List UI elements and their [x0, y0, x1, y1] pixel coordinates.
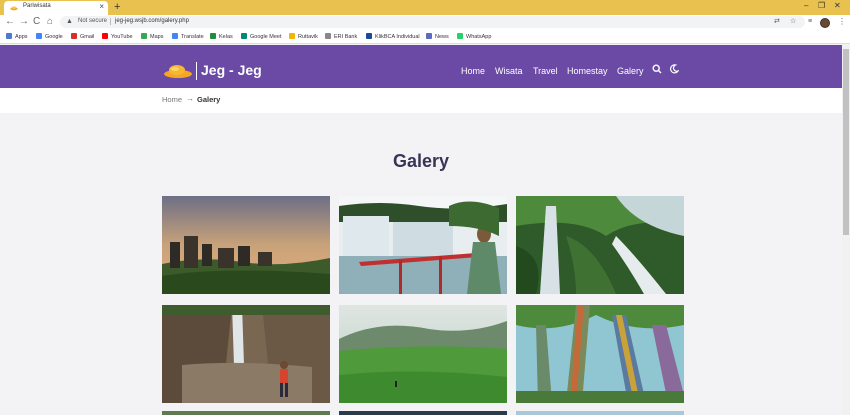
bookmark-favicon-icon [325, 33, 331, 39]
bookmark-label: Apps [15, 34, 28, 40]
bookmark-item[interactable]: Maps [141, 33, 163, 40]
bookmark-label: Kelas [219, 34, 233, 40]
browser-menu-icon[interactable]: ⋮ [838, 17, 846, 27]
logo-divider [196, 62, 197, 80]
bookmark-label: Translate [181, 34, 204, 40]
bookmark-favicon-icon [426, 33, 432, 39]
bookmark-favicon-icon [457, 33, 463, 39]
bookmark-label: News [435, 34, 449, 40]
bookmark-item[interactable]: Google [36, 33, 63, 40]
gallery-photo-green-meadow[interactable] [339, 305, 507, 403]
bookmark-label: YouTube [111, 34, 133, 40]
bookmark-favicon-icon [172, 33, 178, 39]
bookmark-label: Gmail [80, 34, 95, 40]
bookmark-item[interactable]: Apps [6, 33, 28, 40]
bookmark-label: Google [45, 34, 63, 40]
breadcrumb-home-link[interactable]: Home [162, 95, 182, 104]
nav-travel[interactable]: Travel [533, 66, 558, 76]
gallery-photo-rainbow-eucalyptus[interactable] [516, 305, 684, 403]
bookmark-item[interactable]: Kelas [210, 33, 233, 40]
nav-wisata[interactable]: Wisata [495, 66, 523, 76]
gallery-photo-row3-3[interactable] [516, 411, 684, 415]
gallery-photo-row3-2[interactable] [339, 411, 507, 415]
breadcrumb-current: Galery [197, 95, 221, 104]
bookmark-favicon-icon [366, 33, 372, 39]
bookmark-favicon-icon [102, 33, 108, 39]
bookmark-item[interactable]: Google Meet [241, 33, 282, 40]
bookmark-label: Google Meet [250, 34, 282, 40]
gallery-photo-waterfall-woman[interactable] [339, 196, 507, 294]
translate-icon[interactable]: ⇄ [774, 17, 780, 27]
browser-toolbar: ← → C ⌂ ▲ Not secure jeg-jeg.wsjb.com/ga… [0, 15, 850, 30]
tab-close-icon[interactable]: × [99, 2, 104, 12]
reading-list-icon[interactable]: ≡ [808, 17, 812, 27]
tab-title: Pariwisata [23, 3, 51, 9]
bookmark-label: WhatsApp [466, 34, 492, 40]
bookmark-favicon-icon [141, 33, 147, 39]
new-tab-button[interactable]: + [114, 0, 120, 14]
site-navbar: Jeg - Jeg Home Wisata Travel Homestay Ga… [0, 45, 842, 88]
web-page: Jeg - Jeg Home Wisata Travel Homestay Ga… [0, 45, 842, 415]
warning-icon[interactable]: ▲ [66, 17, 73, 27]
bookmark-label: Ruttavik [298, 34, 318, 40]
not-secure-label: Not secure [78, 18, 108, 24]
bookmark-item[interactable]: Ruttavik [289, 33, 318, 40]
bookmark-favicon-icon [71, 33, 77, 39]
home-icon[interactable]: ⌂ [47, 16, 53, 28]
dark-mode-moon-icon[interactable] [669, 64, 679, 74]
bookmarks-bar: Apps Google Gmail YouTube Maps Translate Kelas… [0, 30, 850, 44]
bookmark-star-icon[interactable]: ☆ [790, 17, 796, 27]
browser-tab[interactable]: Pariwisata × [4, 1, 108, 15]
restore-icon[interactable]: ❐ [818, 0, 825, 12]
bookmark-label: ERI Bank [334, 34, 358, 40]
bookmark-favicon-icon [210, 33, 216, 39]
bookmark-label: KlikBCA Individual [375, 34, 420, 40]
bookmark-favicon-icon [289, 33, 295, 39]
bookmark-favicon-icon [241, 33, 247, 39]
bookmark-favicon-icon [36, 33, 42, 39]
bookmark-item[interactable]: Gmail [71, 33, 94, 40]
page-title: Galery [392, 151, 450, 171]
omnibox-divider [110, 18, 111, 25]
site-brand[interactable]: Jeg - Jeg [201, 62, 262, 78]
nav-home[interactable]: Home [461, 66, 485, 76]
breadcrumb: Home → Galery [0, 88, 842, 113]
bookmark-item[interactable]: News [426, 33, 449, 40]
gallery-photo-canyon-hiker[interactable] [162, 305, 330, 403]
profile-avatar[interactable] [820, 18, 830, 28]
page-scrollbar[interactable] [842, 45, 850, 415]
bookmark-item[interactable]: Translate [172, 33, 204, 40]
gallery-photo-rock-pillars[interactable] [162, 196, 330, 294]
bookmark-item[interactable]: YouTube [102, 33, 133, 40]
bookmark-label: Maps [150, 34, 164, 40]
bookmark-item[interactable]: ERI Bank [325, 33, 357, 40]
browser-tabstrip: Pariwisata × + – ❐ ✕ [0, 0, 850, 15]
gallery-photo-tall-waterfall[interactable] [516, 196, 684, 294]
forward-icon[interactable]: → [19, 16, 29, 28]
close-window-icon[interactable]: ✕ [834, 0, 841, 12]
gallery-photo-row3-1[interactable] [162, 411, 330, 415]
address-bar[interactable]: ▲ Not secure jeg-jeg.wsjb.com/galery.php… [60, 16, 805, 28]
bookmark-item[interactable]: KlikBCA Individual [366, 33, 420, 40]
bookmark-favicon-icon [6, 33, 12, 39]
search-icon[interactable] [652, 64, 662, 74]
site-favicon-icon [10, 6, 18, 11]
nav-galery[interactable]: Galery [617, 66, 644, 76]
back-icon[interactable]: ← [5, 16, 15, 28]
scrollbar-thumb[interactable] [843, 49, 849, 235]
nav-homestay[interactable]: Homestay [567, 66, 608, 76]
minimize-icon[interactable]: – [804, 0, 808, 12]
url-text[interactable]: jeg-jeg.wsjb.com/galery.php [115, 18, 189, 24]
breadcrumb-arrow-icon: → [186, 94, 194, 103]
reload-icon[interactable]: C [33, 16, 40, 28]
logo-icon[interactable] [163, 63, 193, 79]
bookmark-item[interactable]: WhatsApp [457, 33, 491, 40]
